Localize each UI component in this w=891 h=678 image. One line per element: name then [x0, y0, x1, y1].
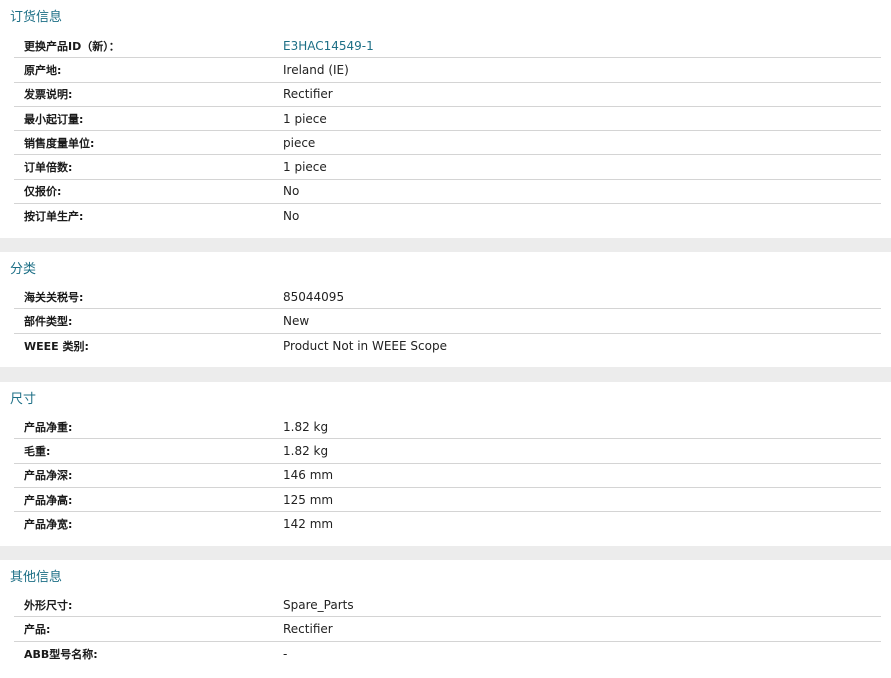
row-value: New — [283, 313, 310, 328]
table-row: 产品净重: 1.82 kg — [14, 415, 881, 440]
table-row: WEEE 类别: Product Not in WEEE Scope — [14, 334, 881, 358]
row-value: Spare_Parts — [283, 597, 354, 612]
row-label: 产品净深: — [24, 469, 73, 483]
row-value: 146 mm — [283, 468, 334, 483]
classification-rows: 海关关税号: 85044095 部件类型: New WEEE 类别: Produ… — [0, 285, 891, 358]
row-value: Ireland (IE) — [283, 62, 349, 77]
row-value: 1 piece — [283, 160, 327, 175]
table-row: 销售度量单位: piece — [14, 131, 881, 156]
other-info-rows: 外形尺寸: Spare_Parts 产品: Rectifier ABB型号名称:… — [0, 593, 891, 666]
order-info-rows: 更换产品ID（新）： E3HAC14549-1 原产地: Ireland (IE… — [0, 34, 891, 228]
row-value: 125 mm — [283, 492, 334, 507]
dimensions-rows: 产品净重: 1.82 kg 毛重: 1.82 kg 产品净深: 146 mm 产… — [0, 415, 891, 536]
row-value: Product Not in WEEE Scope — [283, 338, 447, 353]
table-row: 发票说明: Rectifier — [14, 83, 881, 107]
section-other-info: 其他信息 外形尺寸: Spare_Parts 产品: Rectifier ABB… — [0, 560, 891, 678]
row-label: 外形尺寸: — [24, 598, 73, 612]
row-label: 最小起订量: — [24, 112, 84, 126]
table-row: 毛重: 1.82 kg — [14, 439, 881, 464]
row-label: 原产地: — [24, 63, 62, 77]
table-row: 产品净高: 125 mm — [14, 488, 881, 513]
row-label: WEEE 类别: — [24, 339, 89, 353]
table-row: 最小起订量: 1 piece — [14, 107, 881, 132]
section-title-other-info: 其他信息 — [10, 570, 63, 585]
row-label: 按订单生产: — [24, 210, 84, 224]
row-label: 产品净重: — [24, 420, 73, 434]
table-row: 产品: Rectifier — [14, 617, 881, 642]
row-value: 142 mm — [283, 517, 334, 532]
row-value: 1.82 kg — [283, 443, 329, 458]
section-order-info: 订货信息 更换产品ID（新）： E3HAC14549-1 原产地: Irelan… — [0, 0, 891, 238]
table-row: 原产地: Ireland (IE) — [14, 58, 881, 83]
row-label: 订单倍数: — [24, 161, 73, 175]
row-label: 部件类型: — [24, 314, 73, 328]
table-row: 海关关税号: 85044095 — [14, 285, 881, 310]
section-title-dimensions: 尺寸 — [10, 392, 37, 407]
table-row: 仅报价: No — [14, 180, 881, 205]
table-row: 外形尺寸: Spare_Parts — [14, 593, 881, 618]
row-value: Rectifier — [283, 621, 333, 636]
section-title-classification: 分类 — [10, 262, 37, 277]
section-classification: 分类 海关关税号: 85044095 部件类型: New WEEE 类别: Pr… — [0, 252, 891, 367]
row-value: piece — [283, 135, 316, 150]
row-value: No — [283, 209, 300, 224]
table-row: 订单倍数: 1 piece — [14, 155, 881, 180]
row-label: 更换产品ID（新）： — [24, 39, 120, 53]
table-row: 按订单生产: No — [14, 204, 881, 228]
row-value: No — [283, 184, 300, 199]
row-label: 销售度量单位: — [24, 136, 95, 150]
row-label: 毛重: — [24, 444, 51, 458]
row-value: - — [283, 646, 288, 661]
row-label: ABB型号名称: — [24, 647, 98, 661]
row-value: 1.82 kg — [283, 419, 329, 434]
row-value: 85044095 — [283, 289, 345, 304]
table-row: 产品净深: 146 mm — [14, 464, 881, 488]
row-label: 仅报价: — [24, 185, 62, 199]
table-row: 更换产品ID（新）： E3HAC14549-1 — [14, 34, 881, 59]
row-label: 产品: — [24, 622, 51, 636]
row-label: 产品净高: — [24, 493, 73, 507]
table-row: 部件类型: New — [14, 309, 881, 334]
row-label: 发票说明: — [24, 88, 73, 102]
row-label: 海关关税号: — [24, 290, 84, 304]
row-value: Rectifier — [283, 87, 333, 102]
section-dimensions: 尺寸 产品净重: 1.82 kg 毛重: 1.82 kg 产品净深: 146 m… — [0, 382, 891, 546]
section-title-order-info: 订货信息 — [10, 10, 63, 25]
replacement-product-link[interactable]: E3HAC14549-1 — [283, 39, 374, 53]
table-row: 产品净宽: 142 mm — [14, 512, 881, 536]
table-row: ABB型号名称: - — [14, 642, 881, 666]
row-value: 1 piece — [283, 111, 327, 126]
row-label: 产品净宽: — [24, 518, 73, 532]
